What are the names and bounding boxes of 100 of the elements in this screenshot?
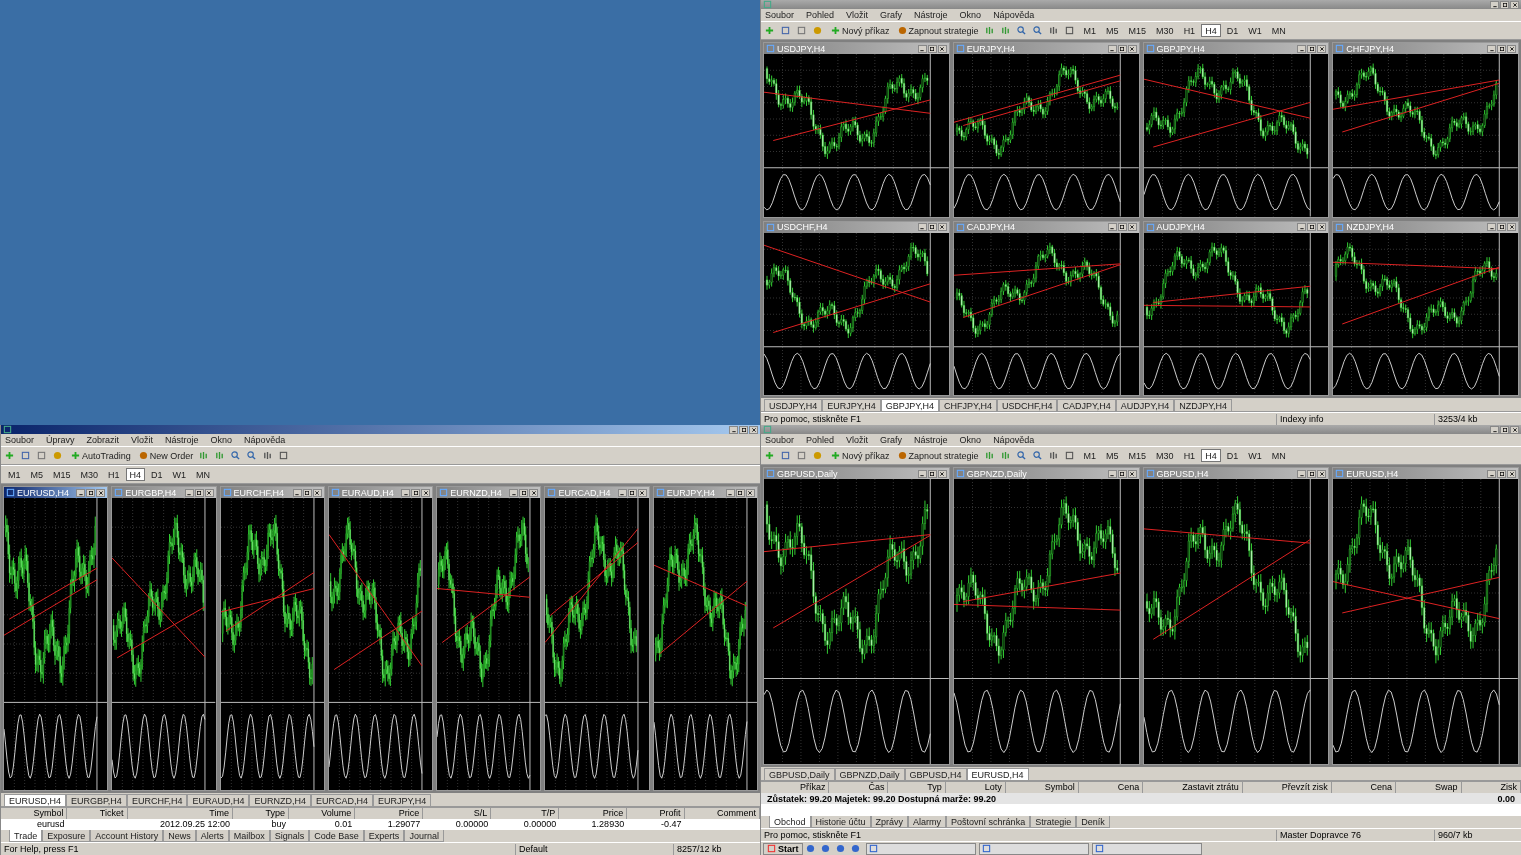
menu-item[interactable]: Vložit (846, 434, 869, 446)
terminal-tab[interactable]: Journal (404, 830, 444, 842)
chart-tab[interactable]: EURNZD,H4 (249, 794, 311, 806)
menu-item[interactable]: Nástroje (914, 434, 948, 446)
terminal-tab[interactable]: Exposure (42, 830, 91, 842)
timeframe-button[interactable]: M15 (1124, 24, 1151, 37)
terminal-tab[interactable]: Mailbox (228, 830, 270, 842)
terminal-tab[interactable]: Experts (363, 830, 405, 842)
terminal-tab[interactable]: Alarmy (908, 816, 947, 828)
chart-tab[interactable]: GBPNZD,Daily (834, 768, 905, 780)
timeframe-button[interactable]: H1 (104, 468, 124, 481)
menu-item[interactable]: Nápověda (993, 434, 1035, 446)
chart-tab[interactable]: EURJPY,H4 (372, 794, 432, 806)
menu-item[interactable]: Vložit (846, 9, 869, 21)
column-header[interactable]: Volume (288, 808, 356, 819)
timeframe-button[interactable]: MN (1267, 449, 1290, 462)
menu-item[interactable]: Pohled (806, 9, 835, 21)
timeframe-button[interactable]: D1 (1222, 24, 1243, 37)
timeframe-button[interactable]: W1 (168, 468, 191, 481)
timeframe-button[interactable]: H4 (1201, 449, 1221, 462)
chart-tab[interactable]: GBPJPY,H4 (880, 399, 940, 411)
chart-tab[interactable]: GBPUSD,H4 (904, 768, 967, 780)
timeframe-button[interactable]: M1 (4, 468, 25, 481)
menu-item[interactable]: Nástroje (914, 9, 948, 21)
menu-item[interactable]: Soubor (765, 434, 795, 446)
terminal-tab[interactable]: Historie účtu (810, 816, 871, 828)
column-header[interactable]: Zisk (1461, 782, 1521, 793)
chart-tab[interactable]: EURJPY,H4 (822, 399, 881, 411)
terminal-tab[interactable]: News (163, 830, 196, 842)
column-header[interactable]: Převzít zisk (1242, 782, 1332, 793)
timeframe-button[interactable]: MN (192, 468, 215, 481)
menu-item[interactable]: Nápověda (993, 9, 1035, 21)
timeframe-button[interactable]: D1 (1222, 449, 1243, 462)
terminal-tab[interactable]: Obchod (769, 816, 811, 828)
terminal-tab[interactable]: Poštovní schránka (946, 816, 1031, 828)
menu-item[interactable]: Pohled (806, 434, 835, 446)
menu-item[interactable]: Grafy (880, 434, 903, 446)
chart-tab[interactable]: AUDJPY,H4 (1115, 399, 1175, 411)
column-header[interactable]: Profit (627, 808, 685, 819)
terminal-tab[interactable]: Strategie (1030, 816, 1077, 828)
menu-item[interactable]: Nástroje (165, 434, 199, 446)
toolbar-button[interactable]: Nový příkaz (828, 448, 893, 463)
timeframe-button[interactable]: W1 (1244, 24, 1266, 37)
timeframe-button[interactable]: H1 (1179, 449, 1200, 462)
menu-item[interactable]: Okno (210, 434, 233, 446)
timeframe-button[interactable]: M5 (1102, 449, 1123, 462)
column-header[interactable]: S/L (423, 808, 492, 819)
column-header[interactable]: T/P (491, 808, 560, 819)
column-header[interactable]: Swap (1396, 782, 1462, 793)
chart-tab[interactable]: NZDJPY,H4 (1174, 399, 1233, 411)
menu-item[interactable]: Okno (959, 9, 982, 21)
menu-item[interactable]: Zobrazit (86, 434, 120, 446)
timeframe-button[interactable]: MN (1267, 24, 1290, 37)
toolbar-button[interactable]: Zapnout strategie (894, 23, 982, 38)
column-header[interactable]: Type (233, 808, 289, 819)
column-header[interactable]: Typ (888, 782, 946, 793)
terminal-tab[interactable]: Signals (269, 830, 310, 842)
column-header[interactable]: Symbol (1005, 782, 1079, 793)
timeframe-button[interactable]: M1 (1079, 24, 1101, 37)
timeframe-button[interactable]: M15 (1124, 449, 1151, 462)
timeframe-button[interactable]: W1 (1244, 449, 1266, 462)
chart-tab[interactable]: CADJPY,H4 (1057, 399, 1116, 411)
column-header[interactable]: Loty (945, 782, 1006, 793)
column-header[interactable]: Comment (684, 808, 760, 819)
chart-tab[interactable]: USDJPY,H4 (764, 399, 823, 411)
terminal-tab[interactable]: Code Base (309, 830, 364, 842)
terminal-tab[interactable]: Alerts (195, 830, 229, 842)
chart-tab[interactable]: EURAUD,H4 (187, 794, 250, 806)
terminal-tab[interactable]: Trade (9, 830, 43, 842)
chart-titlebar[interactable]: EURUSD,H4 (4, 487, 108, 498)
menu-item[interactable]: Grafy (880, 9, 903, 21)
chart-tab[interactable]: CHFJPY,H4 (939, 399, 997, 411)
chart-tab[interactable]: EURUSD,H4 (4, 794, 66, 806)
timeframe-button[interactable]: H4 (1201, 24, 1221, 37)
chart-tab[interactable]: GBPUSD,Daily (764, 768, 835, 780)
terminal-tab[interactable]: Deník (1076, 816, 1110, 828)
timeframe-button[interactable]: D1 (147, 468, 167, 481)
timeframe-button[interactable]: M30 (1152, 449, 1178, 462)
chart-tab[interactable]: EURCAD,H4 (310, 794, 373, 806)
menu-item[interactable]: Úpravy (46, 434, 75, 446)
menu-item[interactable]: Nápověda (244, 434, 286, 446)
timeframe-button[interactable]: M30 (1152, 24, 1178, 37)
menu-item[interactable]: Okno (959, 434, 982, 446)
toolbar-button[interactable]: Nový příkaz (828, 23, 893, 38)
column-header[interactable]: Ticket (67, 808, 128, 819)
timeframe-button[interactable]: H1 (1179, 24, 1200, 37)
column-header[interactable]: Time (127, 808, 233, 819)
chart-tab[interactable]: EURCHF,H4 (126, 794, 188, 806)
timeframe-button[interactable]: M30 (76, 468, 103, 481)
terminal-tab[interactable]: Account History (90, 830, 164, 842)
timeframe-button[interactable]: H4 (125, 468, 146, 481)
column-header[interactable]: Price (355, 808, 424, 819)
terminal-tab[interactable]: Zprávy (870, 816, 909, 828)
column-header[interactable]: Price (559, 808, 628, 819)
column-header[interactable]: Symbol (1, 808, 68, 819)
menu-item[interactable]: Soubor (765, 9, 795, 21)
timeframe-button[interactable]: M5 (1102, 24, 1123, 37)
timeframe-button[interactable]: M5 (26, 468, 48, 481)
menu-item[interactable]: Soubor (5, 434, 35, 446)
chart-tab[interactable]: EURUSD,H4 (966, 768, 1029, 780)
